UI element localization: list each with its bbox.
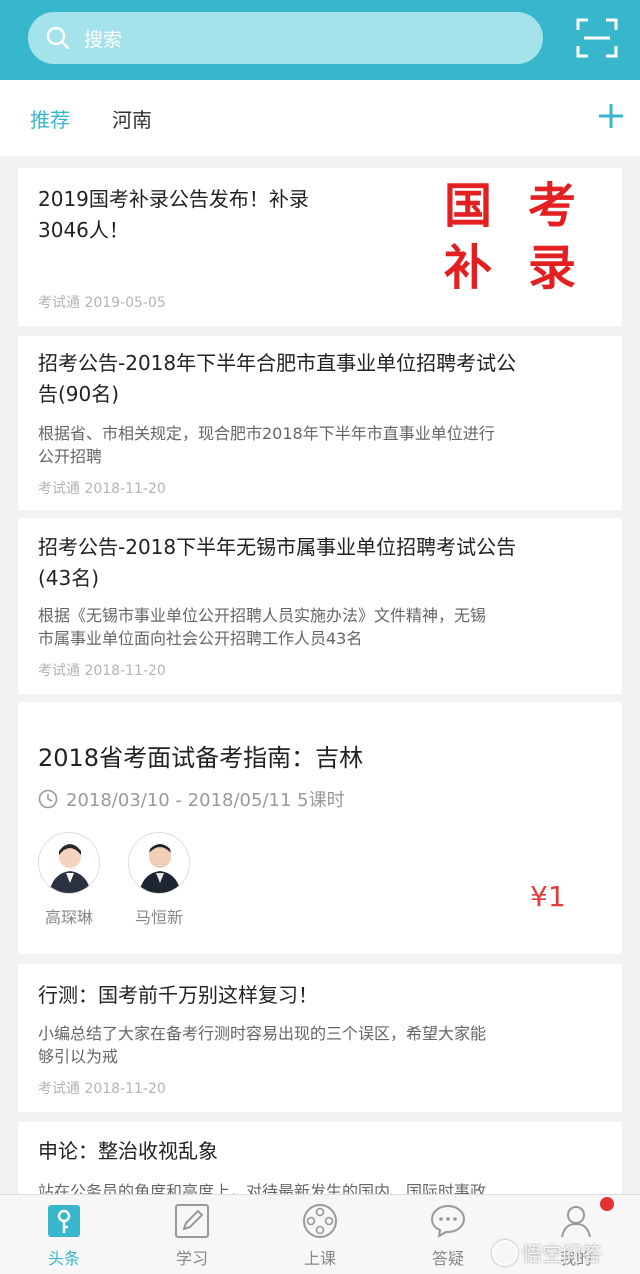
summary-line: 公开招聘	[38, 447, 103, 466]
article-card[interactable]: 招考公告-2018年下半年合肥市直事业单位招聘考试公 告(90名) 根据省、市相…	[18, 336, 622, 510]
course-card[interactable]: 2018省考面试备考指南：吉林 2018/03/10 - 2018/05/11 …	[18, 702, 622, 954]
article-title: 2019国考补录公告发布！补录 3046人！	[38, 184, 309, 246]
article-title: 行测：国考前千万别这样复习！	[38, 983, 318, 1007]
channel-tabs: 推荐 河南	[0, 80, 640, 156]
teacher[interactable]: 马恒新	[128, 832, 190, 928]
nav-qa[interactable]: 答疑	[398, 1195, 498, 1274]
scan-icon[interactable]	[576, 18, 618, 58]
title-line: 招考公告-2018下半年无锡市属事业单位招聘考试公告	[38, 535, 517, 559]
nav-class[interactable]: 上课	[270, 1195, 370, 1274]
article-summary: 根据省、市相关规定，现合肥市2018年下半年市直事业单位进行 公开招聘	[38, 422, 495, 468]
tab-recommend[interactable]: 推荐	[30, 104, 70, 133]
search-bar[interactable]: 搜索	[28, 12, 543, 64]
summary-line: 根据省、市相关规定，现合肥市2018年下半年市直事业单位进行	[38, 424, 495, 443]
top-bar: 搜索	[0, 0, 640, 80]
article-title: 申论：整治收视乱象	[38, 1139, 218, 1163]
watermark: 悟空问答	[492, 1238, 602, 1267]
teacher-avatar	[38, 832, 100, 894]
article-card[interactable]: 2019国考补录公告发布！补录 3046人！ 考试通 2019-05-05 国 …	[18, 168, 622, 326]
headline-icon	[46, 1203, 82, 1239]
search-placeholder: 搜索	[84, 28, 123, 51]
watermark-text: 悟空问答	[522, 1242, 602, 1266]
thumb-char: 补	[444, 240, 493, 296]
course-time-text: 2018/03/10 - 2018/05/11 5课时	[66, 790, 345, 811]
nav-label: 上课	[303, 1249, 336, 1268]
article-title: 招考公告-2018下半年无锡市属事业单位招聘考试公告 (43名)	[38, 532, 516, 594]
article-card[interactable]: 申论：整治收视乱象 站在公务员的角度和高度上，对待最新发生的国内、国际时事政	[18, 1122, 622, 1194]
summary-line: 够引以为戒	[38, 1047, 119, 1066]
tab-henan[interactable]: 河南	[112, 104, 152, 133]
article-card[interactable]: 招考公告-2018下半年无锡市属事业单位招聘考试公告 (43名) 根据《无锡市事…	[18, 518, 622, 694]
thumb-char: 考	[528, 178, 577, 234]
search-icon	[46, 26, 70, 50]
add-channel-icon[interactable]	[597, 102, 625, 130]
teacher-name: 马恒新	[134, 908, 183, 927]
article-summary: 站在公务员的角度和高度上，对待最新发生的国内、国际时事政	[38, 1180, 486, 1194]
nav-label: 答疑	[431, 1249, 464, 1268]
article-card[interactable]: 行测：国考前千万别这样复习！ 小编总结了大家在备考行测时容易出现的三个误区，希望…	[18, 964, 622, 1112]
thumb-char: 录	[528, 240, 577, 296]
watermark-logo-icon	[492, 1239, 518, 1266]
article-source: 考试通 2018-11-20	[38, 663, 166, 679]
video-icon	[302, 1203, 338, 1239]
nav-headline[interactable]: 头条	[14, 1195, 114, 1274]
nav-study[interactable]: 学习	[142, 1195, 242, 1274]
user-icon	[558, 1203, 594, 1239]
course-time: 2018/03/10 - 2018/05/11 5课时	[38, 786, 345, 812]
title-line: 告(90名)	[38, 382, 120, 406]
nav-label: 学习	[175, 1249, 208, 1268]
title-line: 2019国考补录公告发布！补录	[38, 187, 309, 211]
article-source: 考试通 2018-11-20	[38, 1081, 166, 1097]
title-line: 招考公告-2018年下半年合肥市直事业单位招聘考试公	[38, 351, 517, 375]
chat-icon	[430, 1203, 466, 1239]
teacher-name: 高琛琳	[44, 908, 93, 927]
summary-line: 小编总结了大家在备考行测时容易出现的三个误区，希望大家能	[38, 1024, 487, 1043]
title-line: (43名)	[38, 566, 100, 590]
clock-icon	[38, 789, 58, 809]
article-source: 考试通 2019-05-05	[38, 295, 166, 311]
nav-label: 头条	[47, 1249, 80, 1268]
course-title: 2018省考面试备考指南：吉林	[38, 744, 364, 772]
teacher-avatar	[128, 832, 190, 894]
article-source: 考试通 2018-11-20	[38, 481, 166, 497]
article-title: 招考公告-2018年下半年合肥市直事业单位招聘考试公 告(90名)	[38, 348, 516, 410]
summary-line: 站在公务员的角度和高度上，对待最新发生的国内、国际时事政	[38, 1182, 487, 1194]
edit-icon	[174, 1203, 210, 1239]
thumb-char: 国	[444, 178, 493, 234]
course-price: ¥1	[530, 880, 566, 913]
title-line: 3046人！	[38, 218, 129, 242]
notification-badge	[600, 1197, 614, 1211]
article-summary: 小编总结了大家在备考行测时容易出现的三个误区，希望大家能 够引以为戒	[38, 1022, 486, 1068]
summary-line: 根据《无锡市事业单位公开招聘人员实施办法》文件精神，无锡	[38, 606, 487, 625]
summary-line: 市属事业单位面向社会公开招聘工作人员43名	[38, 629, 363, 648]
article-summary: 根据《无锡市事业单位公开招聘人员实施办法》文件精神，无锡 市属事业单位面向社会公…	[38, 604, 486, 650]
teacher[interactable]: 高琛琳	[38, 832, 100, 928]
